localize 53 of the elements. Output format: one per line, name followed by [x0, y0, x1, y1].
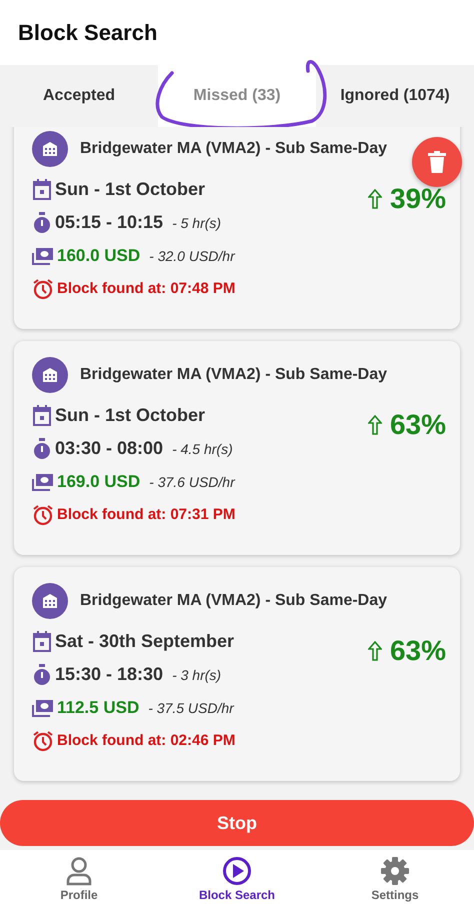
settings-icon: [380, 856, 410, 886]
up-arrow-icon: [368, 189, 382, 209]
block-found-time: Block found at: 02:46 PM: [57, 732, 236, 749]
banknote-icon: [32, 472, 54, 492]
block-duration: - 5 hr(s): [172, 214, 222, 230]
block-price: 112.5 USD: [57, 698, 140, 718]
block-duration: - 3 hr(s): [172, 666, 222, 682]
alarm-clock-icon: [32, 504, 54, 526]
block-found-time: Block found at: 07:48 PM: [57, 280, 236, 297]
up-arrow-icon: [368, 415, 382, 435]
block-duration: - 4.5 hr(s): [172, 440, 233, 456]
calendar-icon: [32, 404, 52, 426]
warehouse-icon: [32, 357, 68, 393]
nav-tab[interactable]: Settings: [316, 850, 474, 908]
calendar-icon: [32, 178, 52, 200]
block-date: Sun - 1st October: [55, 405, 206, 426]
hourly-rate: - 32.0 USD/hr: [149, 248, 235, 264]
calendar-icon: [32, 630, 52, 652]
block-price: 169.0 USD: [57, 472, 140, 492]
block-time: 03:30 - 08:00: [55, 438, 164, 459]
stopwatch-icon: [32, 664, 52, 686]
block-date: Sat - 30th September: [55, 631, 234, 652]
hourly-rate: - 37.6 USD/hr: [149, 474, 235, 490]
alarm-clock-icon: [32, 730, 54, 752]
percent-change: 39%: [390, 183, 446, 215]
block-title: Bridgewater MA (VMA2) - Sub Same-Day: [80, 366, 388, 384]
banknote-icon: [32, 246, 54, 266]
block-title: Bridgewater MA (VMA2) - Sub Same-Day: [80, 140, 388, 158]
stopwatch-icon: [32, 438, 52, 460]
block-found-time: Block found at: 07:31 PM: [57, 506, 236, 523]
block-title: Bridgewater MA (VMA2) - Sub Same-Day: [80, 592, 388, 610]
alarm-clock-icon: [32, 278, 54, 300]
warehouse-icon: [32, 131, 68, 167]
person-icon: [65, 856, 93, 886]
percent-change: 63%: [390, 409, 446, 441]
block-time: 15:30 - 18:30: [55, 664, 164, 685]
block-time: 05:15 - 10:15: [55, 212, 164, 233]
percent-change: 63%: [390, 635, 446, 667]
trash-icon: [428, 151, 446, 173]
screen-title: Block Search: [18, 20, 158, 46]
up-arrow-icon: [368, 641, 382, 661]
hourly-rate: - 37.5 USD/hr: [148, 700, 234, 716]
nav-tab[interactable]: Profile: [0, 850, 158, 908]
nav-tab[interactable]: Block Search: [158, 850, 316, 908]
warehouse-icon: [32, 583, 68, 619]
stopwatch-icon: [32, 212, 52, 234]
block-price: 160.0 USD: [57, 246, 140, 266]
delete-button[interactable]: [412, 137, 462, 187]
banknote-icon: [32, 698, 54, 718]
tab[interactable]: Missed (33): [158, 65, 316, 127]
block-date: Sun - 1st October: [55, 179, 206, 200]
stop-button[interactable]: Stop: [0, 800, 474, 846]
play-icon: [222, 856, 252, 886]
